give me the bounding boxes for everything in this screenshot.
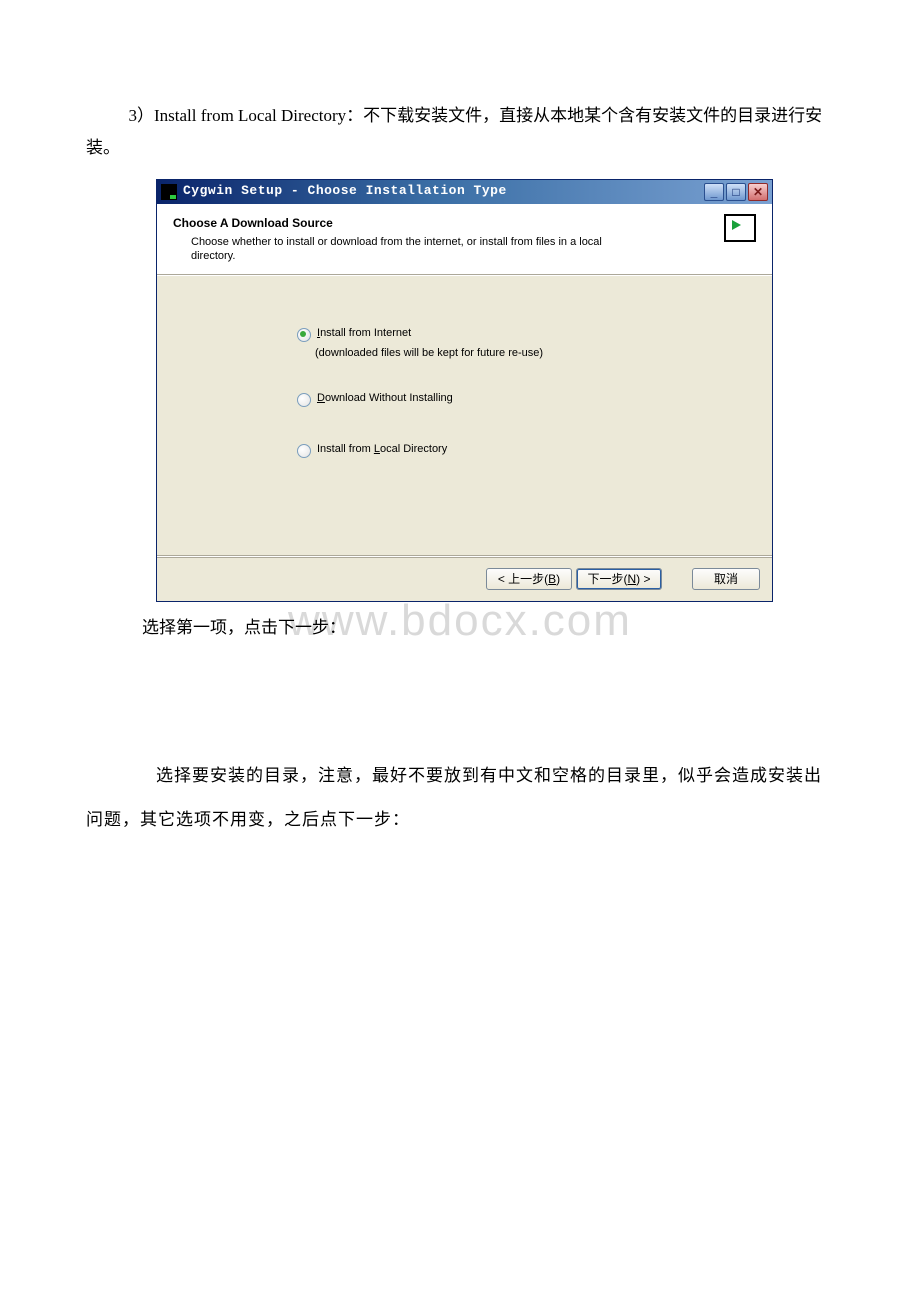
caption-below-dialog: 选择第一项，点击下一步： <box>142 612 834 644</box>
cygwin-logo-icon <box>724 212 758 242</box>
window-title: Cygwin Setup - Choose Installation Type <box>183 179 507 204</box>
option-install-from-internet[interactable]: Install from Internet <box>297 327 772 342</box>
radio-icon[interactable] <box>297 393 311 407</box>
option-label: Install from Local Directory <box>317 443 447 457</box>
next-button[interactable]: 下一步(N) > <box>576 568 662 590</box>
dialog-footer: < 上一步(B) 下一步(N) > 取消 <box>157 557 772 601</box>
cygwin-icon <box>161 184 177 200</box>
close-icon: ✕ <box>753 186 763 198</box>
titlebar[interactable]: Cygwin Setup - Choose Installation Type … <box>157 180 772 204</box>
maximize-button[interactable]: □ <box>726 183 746 201</box>
header-desc: Choose whether to install or download fr… <box>191 236 631 264</box>
instruction-paragraph: 选择要安装的目录，注意，最好不要放到有中文和空格的目录里，似乎会造成安装出问题，… <box>86 754 834 842</box>
radio-icon[interactable] <box>297 444 311 458</box>
installer-dialog: Cygwin Setup - Choose Installation Type … <box>156 179 773 602</box>
close-button[interactable]: ✕ <box>748 183 768 201</box>
back-button[interactable]: < 上一步(B) <box>486 568 572 590</box>
cancel-button[interactable]: 取消 <box>692 568 760 590</box>
header-title: Choose A Download Source <box>173 212 714 235</box>
option-subtext: (downloaded files will be kept for futur… <box>315 343 772 364</box>
intro-text: 3）Install from Local Directory：不下载安装文件，直… <box>86 106 822 157</box>
option-label: Download Without Installing <box>317 392 453 406</box>
minimize-button[interactable]: _ <box>704 183 724 201</box>
radio-selected-icon[interactable] <box>297 328 311 342</box>
intro-paragraph: 3）Install from Local Directory：不下载安装文件，直… <box>86 100 834 165</box>
dialog-body: Install from Internet (downloaded files … <box>157 275 772 557</box>
option-install-from-local-directory[interactable]: Install from Local Directory <box>297 443 772 458</box>
maximize-icon: □ <box>732 186 739 198</box>
option-download-without-installing[interactable]: Download Without Installing <box>297 392 772 407</box>
dialog-header: Choose A Download Source Choose whether … <box>157 204 772 275</box>
option-label: Install from Internet <box>317 327 411 341</box>
minimize-icon: _ <box>711 186 718 198</box>
